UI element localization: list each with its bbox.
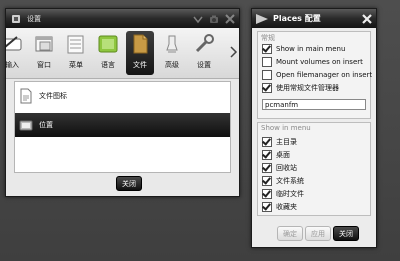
tab-advanced[interactable]: 高级 [158, 31, 186, 75]
option-label: 桌面 [276, 151, 290, 159]
tab-label: 窗口 [37, 61, 51, 69]
places-titlebar[interactable]: Places 配置 [252, 9, 376, 28]
advanced-icon [166, 35, 178, 53]
tab-file[interactable]: 文件 [126, 31, 154, 75]
list-item-label: 文件图标 [39, 92, 67, 100]
settings-titlebar[interactable]: 设置 [6, 9, 239, 28]
checkbox[interactable] [262, 44, 272, 54]
checkbox[interactable] [262, 83, 272, 93]
option-desktop[interactable]: 桌面 [262, 150, 290, 160]
location-icon [19, 120, 33, 131]
tab-menu[interactable]: 菜单 [62, 31, 90, 75]
tab-label: 语言 [101, 61, 115, 69]
option-label: Open filemanager on insert [276, 71, 373, 79]
file-icon-doc [20, 88, 32, 104]
places-config-window: Places 配置 常规 Show in main menu Mount vol… [251, 8, 377, 248]
ok-button[interactable]: 确定 [277, 226, 303, 241]
window-icon [35, 36, 53, 52]
option-label: 文件系统 [276, 177, 304, 185]
option-label: 使用常规文件管理器 [276, 84, 339, 92]
scroll-right-icon[interactable] [229, 46, 238, 58]
apply-button[interactable]: 应用 [305, 226, 331, 241]
general-group: 常规 Show in main menu Mount volumes on in… [257, 31, 372, 119]
checkbox[interactable] [262, 57, 272, 67]
option-trash[interactable]: 回收站 [262, 163, 297, 173]
keyboard-icon [6, 36, 22, 51]
group-title: 常规 [261, 34, 275, 42]
show-in-menu-group: Show in menu 主目录 桌面 回收站 文件系统 临时文件 收藏夹 [257, 122, 371, 216]
group-title: Show in menu [261, 124, 311, 132]
option-home[interactable]: 主目录 [262, 137, 297, 147]
tab-language[interactable]: 语言 [94, 31, 122, 75]
tab-label: 高级 [165, 61, 179, 69]
file-icon [133, 34, 148, 54]
tab-label: 菜单 [69, 61, 83, 69]
option-open-filemanager[interactable]: Open filemanager on insert [262, 70, 372, 80]
option-use-default-filemanager[interactable]: 使用常规文件管理器 [262, 83, 339, 93]
option-filesystem[interactable]: 文件系统 [262, 176, 304, 186]
option-temp-files[interactable]: 临时文件 [262, 189, 304, 199]
checkbox[interactable] [262, 70, 272, 80]
filemanager-input[interactable]: pcmanfm [262, 99, 366, 110]
list-item[interactable]: 位置 [15, 113, 230, 137]
tab-label: 文件 [133, 61, 147, 69]
option-label: Show in main menu [276, 45, 346, 53]
tools-icon [195, 34, 214, 53]
tab-input[interactable]: 输入 [6, 31, 26, 75]
tab-tools[interactable]: 设置 [190, 31, 218, 75]
checkbox[interactable] [262, 150, 272, 160]
settings-window-title: 设置 [27, 14, 41, 23]
option-label: 收藏夹 [276, 203, 297, 211]
option-label: 主目录 [276, 138, 297, 146]
tab-window[interactable]: 窗口 [30, 31, 58, 75]
menu-icon [67, 35, 84, 54]
option-show-in-main-menu[interactable]: Show in main menu [262, 44, 345, 54]
close-icon[interactable] [225, 13, 235, 24]
checkbox[interactable] [262, 176, 272, 186]
checkbox[interactable] [262, 163, 272, 173]
camera-icon[interactable] [209, 14, 219, 24]
close-button[interactable]: 关闭 [116, 176, 142, 191]
language-icon [98, 35, 118, 53]
places-app-icon [256, 13, 268, 24]
option-label: 临时文件 [276, 190, 304, 198]
option-label: Mount volumes on insert [276, 58, 363, 66]
close-icon[interactable] [361, 13, 373, 25]
settings-window: 设置 输入 窗口 菜单 语言 文件 高级 设置 文件图标 位置 关闭 [5, 8, 240, 197]
checkbox[interactable] [262, 202, 272, 212]
settings-tab-bar: 输入 窗口 菜单 语言 文件 高级 设置 [6, 28, 239, 79]
close-button[interactable]: 关闭 [333, 226, 359, 241]
tab-label: 输入 [6, 61, 19, 69]
minimize-icon[interactable] [193, 14, 203, 24]
checkbox[interactable] [262, 189, 272, 199]
checkbox[interactable] [262, 137, 272, 147]
settings-app-icon [12, 14, 20, 23]
list-item[interactable]: 文件图标 [15, 84, 230, 108]
settings-category-list: 文件图标 位置 [14, 81, 231, 173]
option-bookmarks[interactable]: 收藏夹 [262, 202, 297, 212]
option-mount-volumes[interactable]: Mount volumes on insert [262, 57, 363, 67]
places-window-title: Places 配置 [273, 14, 321, 23]
list-item-label: 位置 [39, 121, 53, 129]
option-label: 回收站 [276, 164, 297, 172]
tab-label: 设置 [197, 61, 211, 69]
